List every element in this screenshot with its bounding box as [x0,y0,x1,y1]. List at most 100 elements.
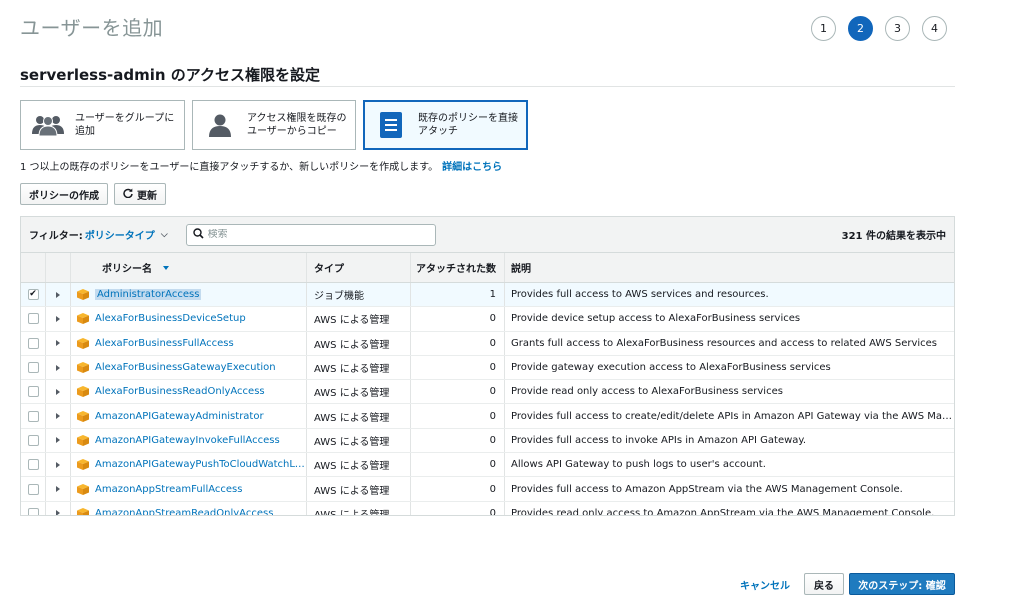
description: 1 つ以上の既存のポリシーをユーザーに直接アタッチするか、新しいポリシーを作成し… [20,158,502,173]
row-policy-name: AmazonAppStreamReadOnlyAccess [71,501,307,515]
policy-name-link[interactable]: AmazonAPIGatewayAdministrator [95,411,264,422]
row-checkbox[interactable] [27,483,39,495]
row-expand [46,453,71,477]
row-type: AWS による管理 [307,307,411,331]
divider [20,86,955,87]
expand-arrow-icon[interactable] [56,291,60,298]
policy-box-icon [77,410,89,422]
table-row[interactable]: AmazonAPIGatewayAdministrator AWS による管理 0 P… [21,404,954,429]
row-expand [46,307,71,331]
search-box[interactable] [185,223,436,246]
table-row[interactable]: AmazonAppStreamFullAccess AWS による管理 0 Provi… [21,477,954,502]
row-expand [46,477,71,501]
policy-name-link[interactable]: AlexaForBusinessGatewayExecution [95,362,276,373]
cancel-button[interactable]: キャンセル [740,577,790,592]
header-description[interactable]: 説明 [505,253,954,282]
learn-more-link[interactable]: 詳細はこちら [442,162,502,173]
row-policy-name: AlexaForBusinessReadOnlyAccess [71,380,307,404]
row-description-text: Provides full access to AWS services and… [511,289,769,301]
row-checkbox[interactable] [27,362,39,374]
row-expand [46,355,71,380]
policy-box-icon [77,483,89,495]
step-2[interactable]: 2 [848,16,873,41]
chevron-down-icon[interactable]: ⌵ [161,230,168,240]
expand-arrow-icon[interactable] [56,388,60,395]
row-description: Provides full access to AWS services and… [505,283,954,306]
policy-name-link[interactable]: AdministratorAccess [95,289,202,301]
row-attached: 0 [411,380,505,404]
table-row[interactable]: AlexaForBusinessDeviceSetup AWS による管理 0 Pro… [21,307,954,332]
row-description-text: Provides read only access to Amazon AppS… [511,507,935,516]
table-row[interactable]: ✔ AdministratorAccess ジョブ機能 1 Provides full … [21,283,954,308]
policy-name-link[interactable]: AmazonAPIGatewayInvokeFullAccess [95,435,280,446]
refresh-button[interactable]: 更新 [114,183,166,205]
row-expand [46,428,71,453]
option-attach-policies[interactable]: 既存のポリシーを直接アタッチ [363,100,528,150]
header-policy-name[interactable]: ポリシー名 [71,253,307,282]
page-title: ユーザーを追加 [20,16,164,40]
row-checkbox[interactable]: ✔ [27,289,39,301]
next-step-button[interactable]: 次のステップ: 確認 [849,573,955,595]
row-type: AWS による管理 [307,477,411,501]
header-type[interactable]: タイプ [307,253,411,282]
policy-name-link[interactable]: AlexaForBusinessDeviceSetup [95,313,246,324]
row-attached: 0 [411,331,505,355]
filter-policy-type[interactable]: ポリシータイプ [85,227,155,242]
table-row[interactable]: AmazonAPIGatewayInvokeFullAccess AWS による管… [21,428,954,454]
row-select [21,307,46,331]
policy-name-link[interactable]: AmazonAppStreamFullAccess [95,484,242,495]
step-3[interactable]: 3 [885,16,910,41]
expand-arrow-icon[interactable] [56,510,60,515]
table-row[interactable]: AmazonAppStreamReadOnlyAccess AWS による管理 0 P… [21,501,954,516]
back-button[interactable]: 戻る [804,573,844,595]
expand-arrow-icon[interactable] [56,437,60,444]
row-checkbox[interactable] [27,313,39,325]
policy-box-icon [77,507,89,515]
option-add-to-group[interactable]: ユーザーをグループに追加 [20,100,185,150]
policy-name-link[interactable]: AlexaForBusinessFullAccess [95,338,234,349]
section-title: serverless-admin のアクセス権限を設定 [20,66,321,84]
row-description: Provide read only access to AlexaForBusi… [505,380,954,403]
expand-arrow-icon[interactable] [56,364,60,371]
policy-name-link[interactable]: AlexaForBusinessReadOnlyAccess [95,386,265,397]
row-checkbox[interactable] [27,507,39,515]
header-attached-label: アタッチされた数 [416,264,496,275]
search-input[interactable] [207,229,428,240]
option-copy-from-user[interactable]: アクセス権限を既存のユーザーからコピー [192,100,356,150]
row-checkbox[interactable] [27,459,39,471]
step-1[interactable]: 1 [811,16,836,41]
row-attached: 0 [411,453,505,477]
step-4[interactable]: 4 [922,16,947,41]
row-checkbox[interactable] [27,434,39,446]
row-select [21,453,46,477]
expand-arrow-icon[interactable] [56,315,60,322]
header-select [21,253,46,282]
policy-name-link[interactable]: AmazonAPIGatewayPushToCloudWatchLogs [95,459,306,470]
row-description: Allows API Gateway to push logs to user'… [505,453,954,476]
document-icon [374,110,408,140]
create-policy-button[interactable]: ポリシーの作成 [20,183,108,205]
policy-table: フィルター: ポリシータイプ ⌵ 321 件の結果を表示中 ポリシー名 タイプ … [20,216,955,516]
row-expand [46,283,71,307]
row-checkbox[interactable] [27,337,39,349]
policy-name-link[interactable]: AmazonAppStreamReadOnlyAccess [95,508,273,515]
expand-arrow-icon[interactable] [56,486,60,493]
row-description-text: Provide read only access to AlexaForBusi… [511,386,783,398]
row-checkbox[interactable] [27,386,39,398]
table-body: ✔ AdministratorAccess ジョブ機能 1 Provides full … [21,283,954,516]
policy-box-icon [77,434,89,446]
table-row[interactable]: AlexaForBusinessGatewayExecution AWS による管… [21,355,954,381]
row-select [21,477,46,501]
table-row[interactable]: AlexaForBusinessReadOnlyAccess AWS による管理 0… [21,380,954,405]
row-expand [46,501,71,515]
expand-arrow-icon[interactable] [56,461,60,468]
policy-box-icon [77,386,89,398]
row-policy-name: AmazonAppStreamFullAccess [71,477,307,501]
expand-arrow-icon[interactable] [56,340,60,347]
expand-arrow-icon[interactable] [56,413,60,420]
table-row[interactable]: AmazonAPIGatewayPushToCloudWatchLogs AWS … [21,453,954,478]
table-row[interactable]: AlexaForBusinessFullAccess AWS による管理 0 Gran… [21,331,954,356]
row-checkbox[interactable] [27,410,39,422]
option-label: 既存のポリシーを直接アタッチ [418,113,518,137]
header-attached[interactable]: アタッチされた数 [411,253,505,282]
